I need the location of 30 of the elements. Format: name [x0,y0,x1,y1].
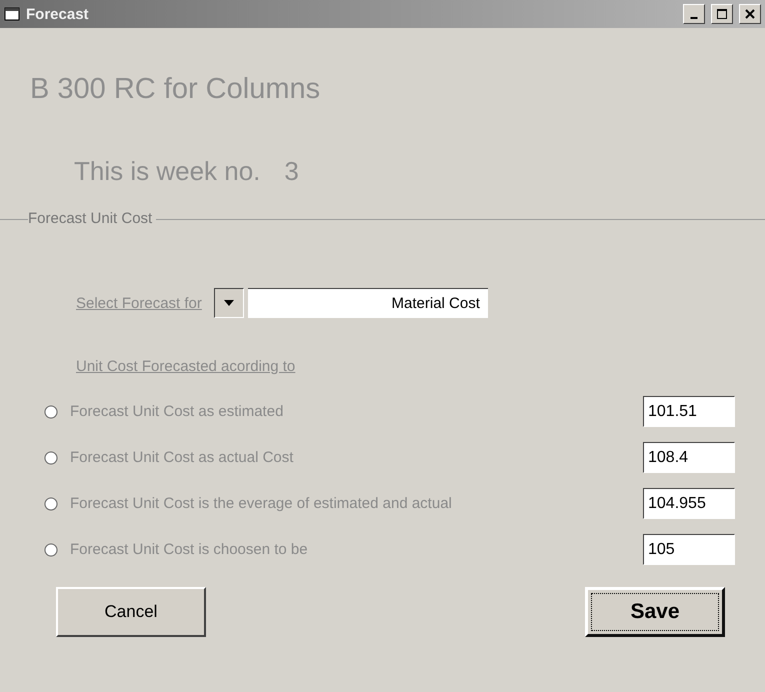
heading: B 300 RC for Columns [30,73,322,106]
input-field[interactable]: 108.4 [643,442,735,473]
week-label: This is week no. [74,156,260,187]
radio-button[interactable] [44,542,58,556]
options-label: Unit Cost Forecasted acording to [76,358,296,375]
input-field[interactable]: 104.955 [643,488,735,519]
option-label: Forecast Unit Cost as estimated [70,403,284,420]
select-label: Select Forecast for [76,294,202,312]
close-button[interactable] [739,4,761,24]
caret-icon [224,300,234,306]
input-field[interactable]: 105 [643,534,735,565]
maximize-button[interactable] [711,4,733,24]
option-label: Forecast Unit Cost as actual Cost [70,449,294,466]
close-icon [744,8,756,20]
radio-button[interactable] [44,404,58,418]
minimize-icon [690,17,698,19]
maximize-icon [716,8,728,20]
dropdown-button[interactable] [214,288,244,318]
minimize-button[interactable] [683,4,705,24]
week-number: 3 [284,156,299,187]
radio-button[interactable] [44,496,58,510]
option-label: Forecast Unit Cost is choosen to be [70,541,309,558]
window-icon [4,6,20,22]
cancel-button[interactable]: Cancel [56,587,206,637]
radio-button[interactable] [44,450,58,464]
option-label: Forecast Unit Cost is the everage of estimated and actual [70,495,453,512]
window-title: Forecast [26,6,90,22]
input-field[interactable]: 101.51 [643,396,735,427]
save-button[interactable]: Save [585,587,725,637]
select-field[interactable]: Material Cost [248,288,488,318]
